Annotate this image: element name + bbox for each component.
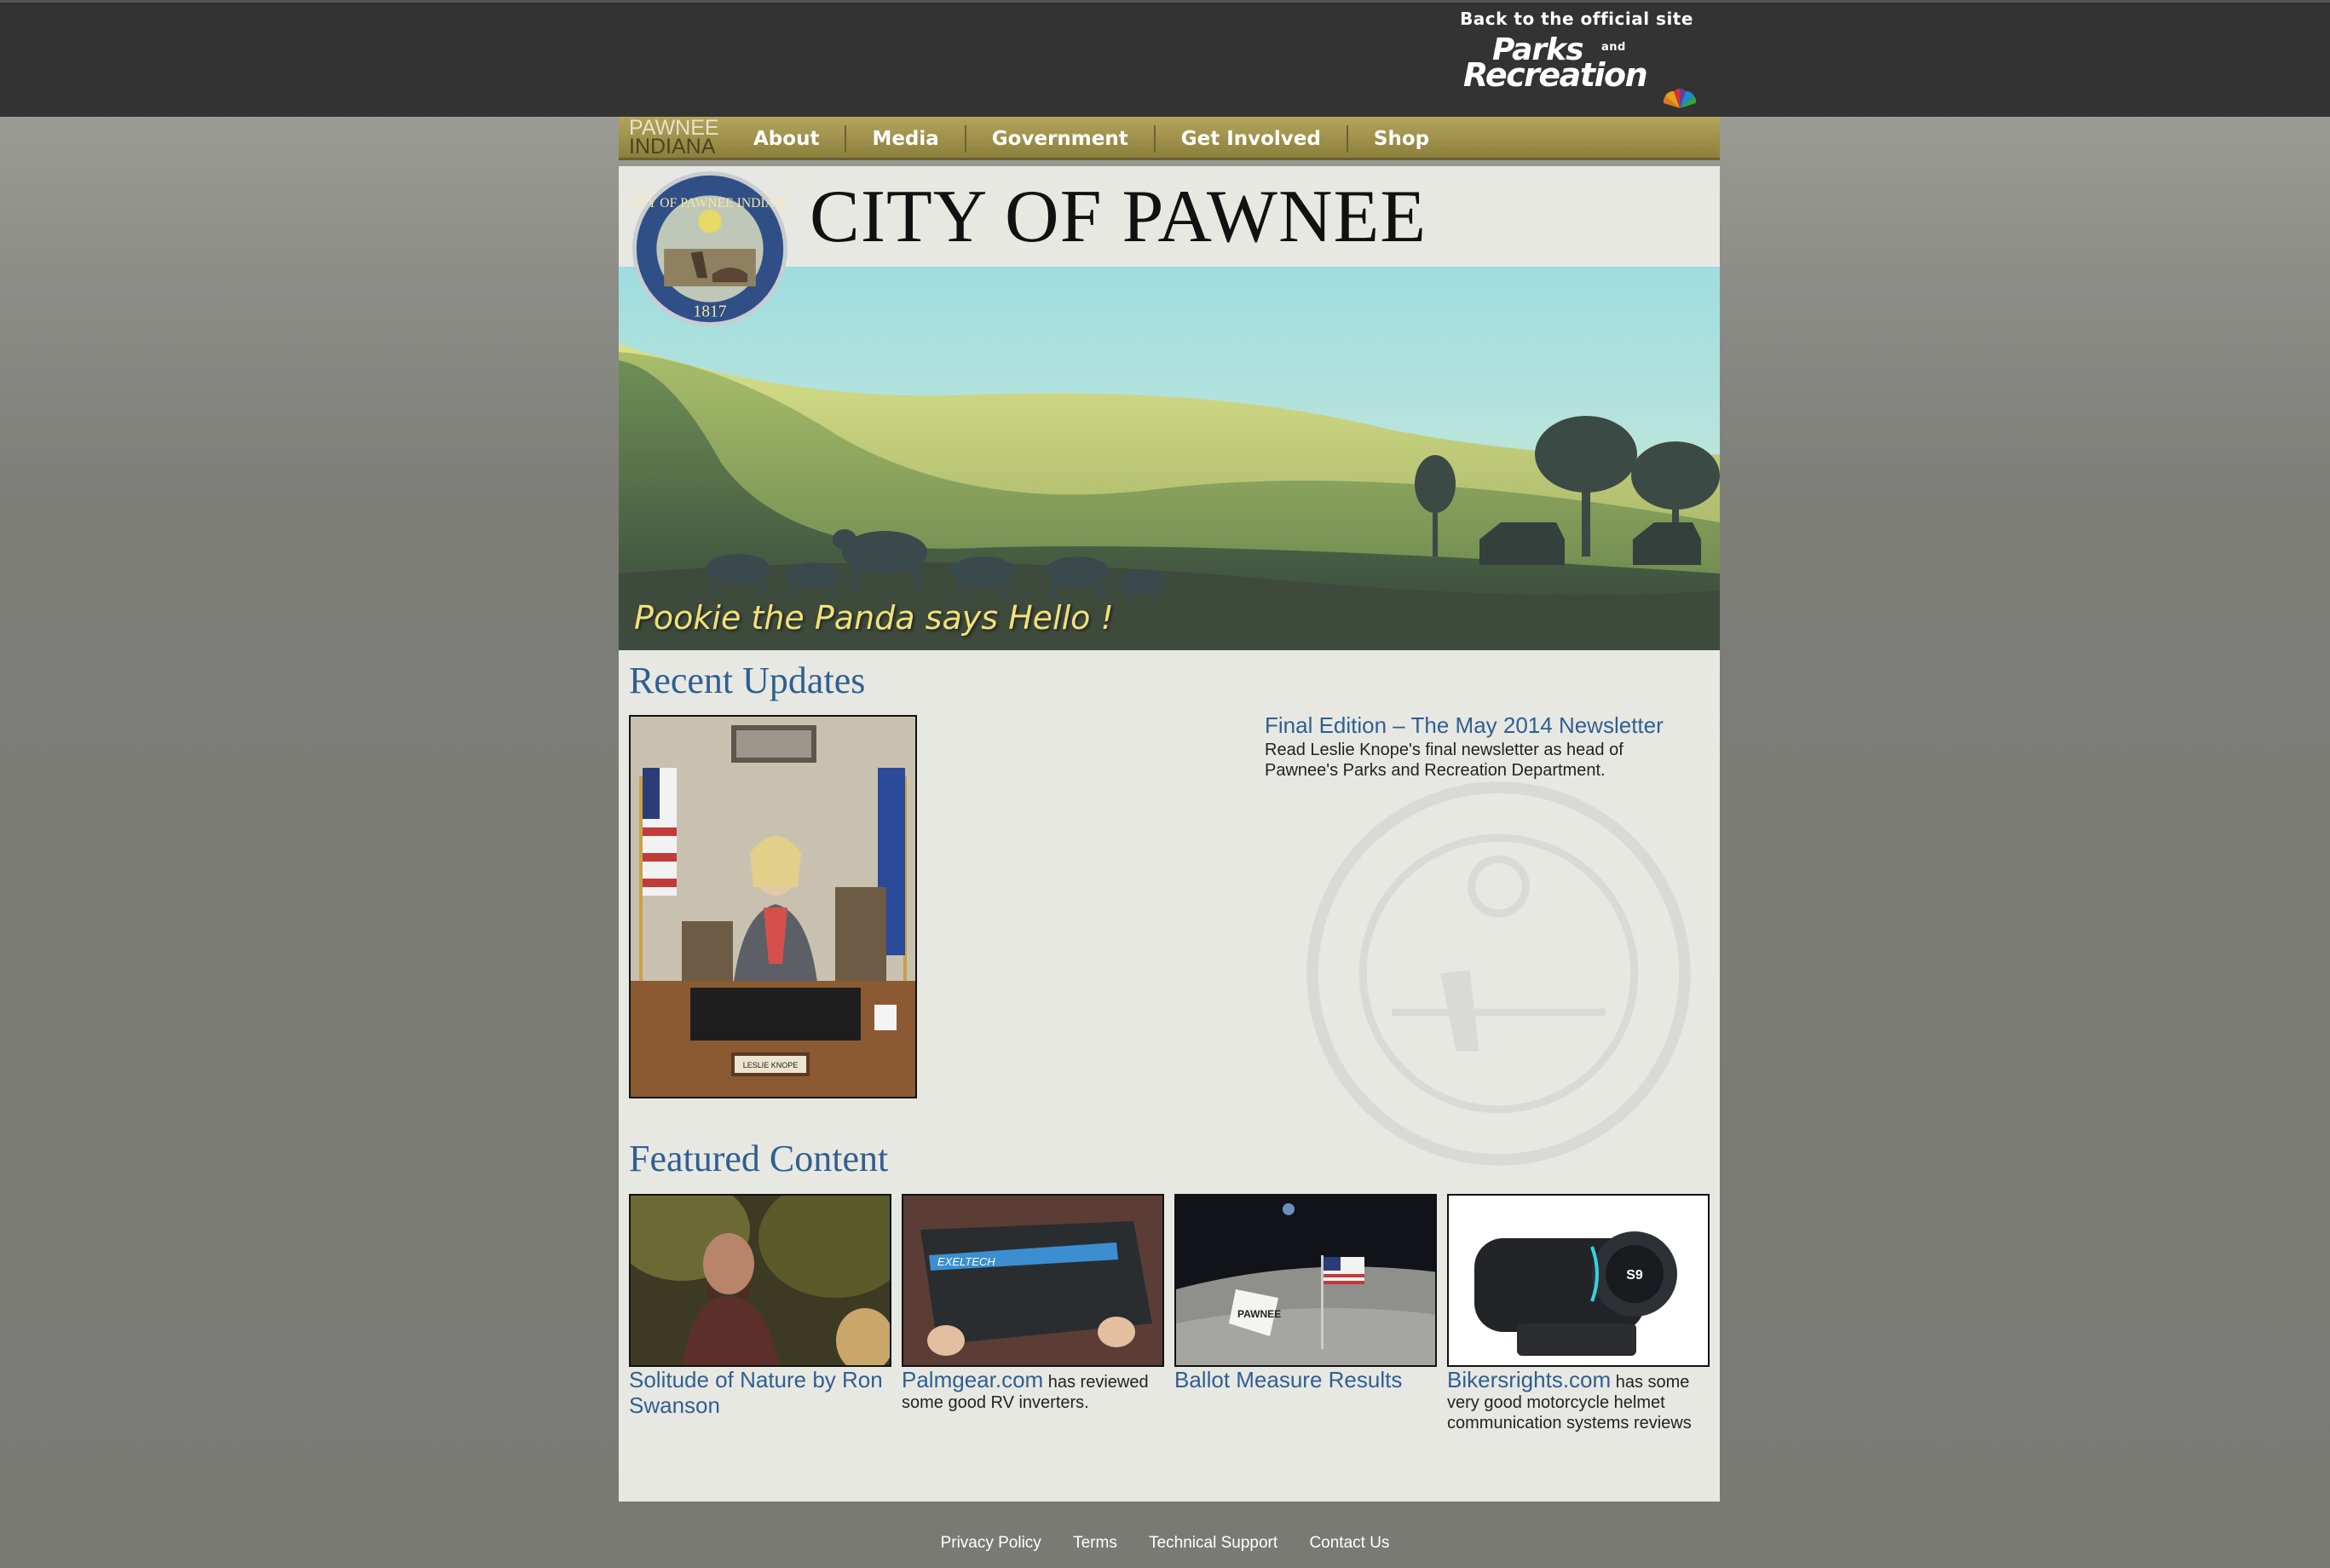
logo-word-recreation: Recreation (1463, 56, 1648, 94)
main-content: CITY OF PAWNEE Pookie the Panda says Hel… (619, 166, 1720, 1502)
seal-top-text: CITY OF PAWNEE INDIANA (631, 196, 789, 210)
helmet-intercom-photo[interactable]: S9 (1447, 1194, 1710, 1367)
leslie-knope-photo[interactable]: LESLIE KNOPE (629, 715, 917, 1098)
logo-word-and: and (1601, 41, 1626, 54)
pawnee-indiana-logo[interactable]: PAWNEE INDIANA (629, 118, 723, 158)
top-bar: Back to the official site Parks and Recr… (0, 0, 2330, 117)
ballot-results-link[interactable]: Ballot Measure Results (1174, 1367, 1402, 1392)
featured-caption: Palmgear.com has reviewed some good RV i… (902, 1367, 1164, 1413)
brand-line-indiana: INDIANA (629, 135, 716, 159)
featured-caption: Ballot Measure Results (1174, 1367, 1437, 1392)
ron-swanson-link[interactable]: Solitude of Nature by Ron Swanson (629, 1367, 883, 1418)
official-site-link[interactable]: Back to the official site Parks and Recr… (1449, 8, 1704, 91)
recent-updates-heading: Recent Updates (629, 660, 866, 701)
rv-inverter-photo[interactable]: EXELTECH (902, 1194, 1164, 1367)
palmgear-link[interactable]: Palmgear.com (902, 1367, 1043, 1392)
nav-item-media[interactable]: Media (845, 124, 964, 153)
featured-content-heading: Featured Content (629, 1138, 889, 1179)
back-to-official-label[interactable]: Back to the official site (1449, 8, 1704, 30)
parks-and-recreation-logo[interactable]: Parks and Recreation (1462, 35, 1692, 94)
featured-caption: Solitude of Nature by Ron Swanson (629, 1367, 891, 1418)
seal-year: 1817 (693, 303, 726, 320)
moon-flag-photo[interactable]: PAWNEE (1174, 1194, 1437, 1367)
main-nav: PAWNEE INDIANA About Media Government Ge… (619, 117, 1720, 160)
watermark-seal-icon (1306, 781, 1691, 1166)
featured-item-bikersrights: S9 Bikersrights.com has some very good m… (1447, 1194, 1710, 1433)
flag-label: PAWNEE (1237, 1308, 1281, 1320)
nav-item-get-involved[interactable]: Get Involved (1153, 124, 1347, 153)
newsletter-description: Read Leslie Knope's final newsletter as … (1265, 741, 1624, 780)
box-label: EXELTECH (937, 1255, 995, 1268)
nameplate-text: LESLIE KNOPE (743, 1061, 799, 1069)
featured-item-ballot: PAWNEE Ballot Measure Results (1174, 1194, 1437, 1392)
page-title: CITY OF PAWNEE (810, 176, 1427, 258)
featured-item-ron-swanson: Solitude of Nature by Ron Swanson (629, 1194, 891, 1418)
page-column: PAWNEE INDIANA About Media Government Ge… (619, 117, 1720, 1502)
featured-caption: Bikersrights.com has some very good moto… (1447, 1367, 1710, 1433)
ron-swanson-photo[interactable] (629, 1194, 891, 1367)
bikersrights-link[interactable]: Bikersrights.com (1447, 1367, 1611, 1392)
news-item: Final Edition – The May 2014 Newsletter … (1265, 712, 1691, 781)
newsletter-link[interactable]: Final Edition – The May 2014 Newsletter (1265, 712, 1691, 738)
footer-link-terms[interactable]: Terms (1073, 1534, 1117, 1552)
footer-link-privacy[interactable]: Privacy Policy (941, 1534, 1041, 1552)
city-seal-icon: CITY OF PAWNEE INDIANA 1817 (631, 170, 789, 327)
footer: Privacy Policy Terms Technical Support C… (0, 1534, 2330, 1553)
banner-caption: Pookie the Panda says Hello ! (634, 599, 1114, 637)
featured-item-palmgear: EXELTECH Palmgear.com has reviewed some … (902, 1194, 1164, 1413)
nbc-peacock-icon (1663, 89, 1697, 108)
nav-item-about[interactable]: About (736, 125, 845, 153)
device-label: S9 (1626, 1268, 1643, 1283)
nav-item-government[interactable]: Government (964, 124, 1154, 153)
nav-item-shop[interactable]: Shop (1346, 124, 1455, 153)
footer-link-technical-support[interactable]: Technical Support (1149, 1534, 1277, 1552)
footer-link-contact[interactable]: Contact Us (1309, 1534, 1389, 1552)
